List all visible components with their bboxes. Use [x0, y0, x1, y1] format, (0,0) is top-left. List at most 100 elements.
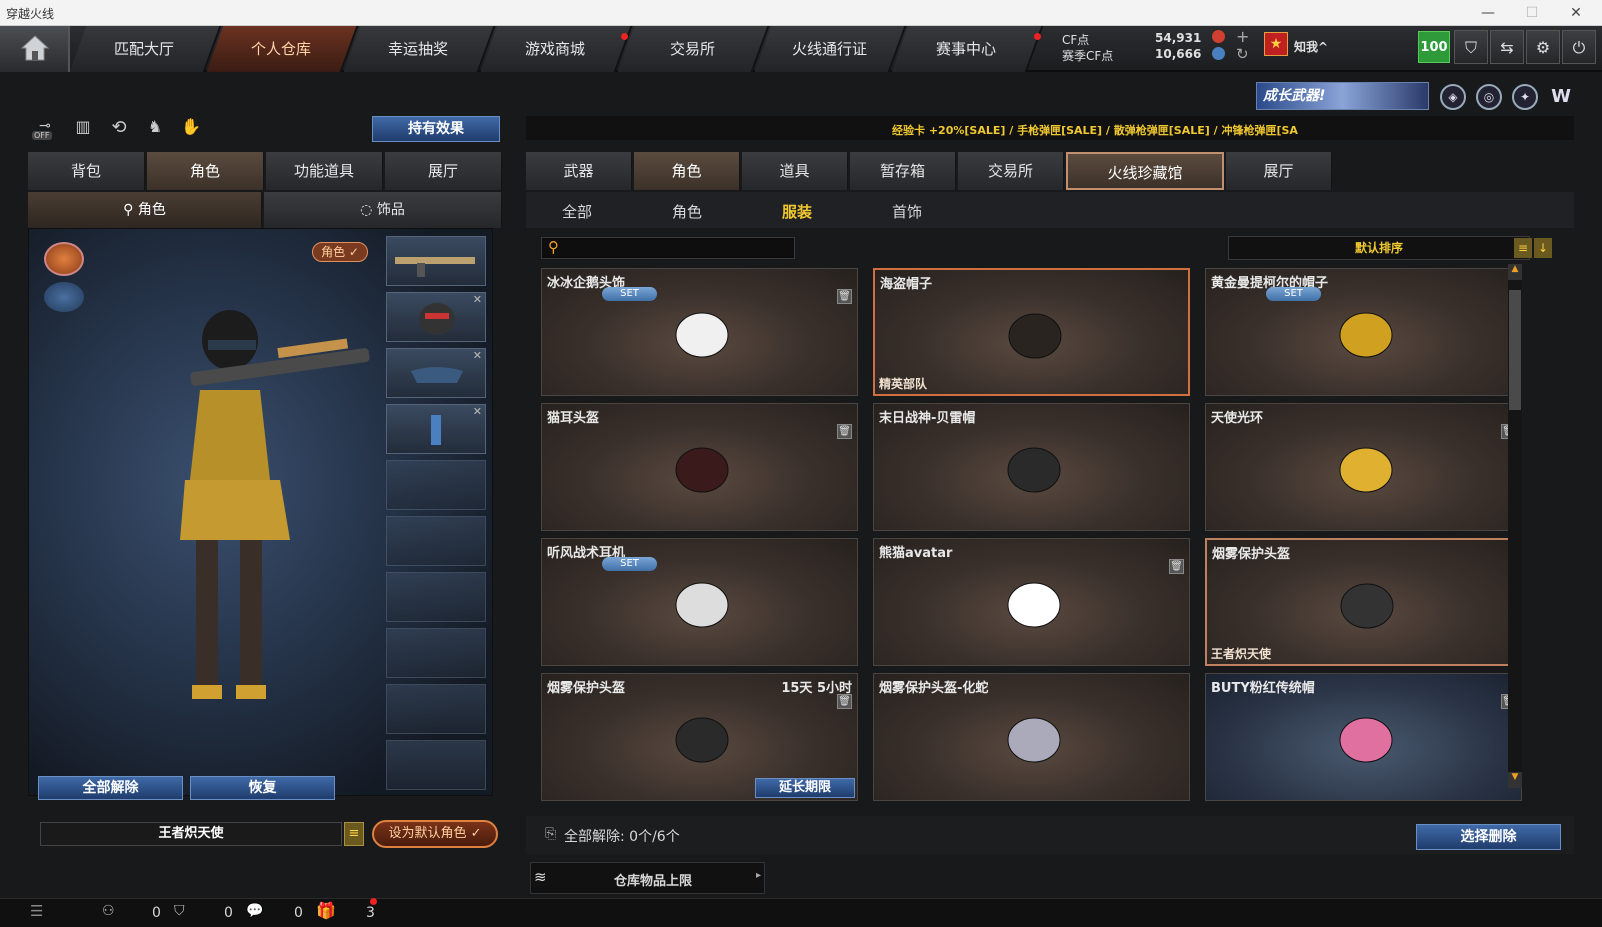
tab-right-showroom[interactable]: 展厅 — [1226, 152, 1332, 190]
nav-tab-exchange[interactable]: 交易所 — [617, 26, 770, 72]
pose-icon[interactable]: ♞ — [142, 117, 168, 143]
item-card[interactable]: 熊猫avatar 🗑 — [873, 538, 1190, 666]
crest-icon[interactable]: ✦ — [1512, 84, 1538, 110]
home-button[interactable] — [0, 26, 70, 72]
clan-icon[interactable]: ⛉ — [174, 903, 185, 919]
glove-icon[interactable]: ✋ — [178, 117, 204, 143]
nav-tab-match-lobby[interactable]: 匹配大厅 — [69, 26, 222, 72]
subtab-roles[interactable]: 角色 — [672, 201, 702, 222]
item-card[interactable]: 冰冰企鹅头饰 SET 🗑 — [541, 268, 858, 396]
slot-glasses[interactable]: ✕ — [386, 348, 486, 398]
shield-icon[interactable]: ⛉ — [1454, 30, 1488, 64]
item-card[interactable]: 末日战神-贝雷帽 — [873, 403, 1190, 531]
sort-dropdown[interactable]: 默认排序 — [1228, 236, 1530, 260]
slot-accessory[interactable]: ✕ — [386, 404, 486, 454]
tab-temp-box[interactable]: 暂存箱 — [850, 152, 956, 190]
nav-tab-battle-pass[interactable]: 火线通行证 — [754, 26, 907, 72]
tab-items[interactable]: 道具 — [742, 152, 848, 190]
remove-icon[interactable]: ✕ — [473, 293, 482, 306]
globe-icon[interactable]: ◎ — [1476, 84, 1502, 110]
chat-icon[interactable]: 💬 — [246, 903, 263, 919]
search-input[interactable] — [541, 237, 795, 259]
trash-icon[interactable]: 🗑 — [1169, 559, 1184, 574]
trash-icon[interactable]: 🗑 — [837, 289, 852, 304]
scrollbar[interactable]: ▲ ▼ — [1508, 264, 1522, 788]
scroll-thumb[interactable] — [1509, 290, 1521, 410]
nav-tab-game-shop[interactable]: 游戏商城 — [480, 26, 633, 72]
tab-backpack[interactable]: 背包 — [28, 152, 145, 190]
item-card[interactable]: 烟雾保护头盔-化蛇 — [873, 673, 1190, 801]
unequip-all-button[interactable]: 全部解除 — [38, 776, 183, 800]
tab-exchange[interactable]: 交易所 — [958, 152, 1064, 190]
wing-icon[interactable]: W — [1548, 84, 1574, 110]
item-card[interactable]: 听风战术耳机 SET — [541, 538, 858, 666]
close-button[interactable]: ✕ — [1556, 2, 1596, 24]
slot-weapon[interactable] — [386, 236, 486, 286]
select-delete-button[interactable]: 选择删除 — [1416, 824, 1561, 850]
subtab-accessories[interactable]: ◌ 饰品 — [264, 192, 502, 228]
item-card[interactable]: 烟雾保护头盔 王者炽天使 — [1205, 538, 1522, 666]
slot-empty[interactable] — [386, 740, 486, 790]
refresh-icon[interactable]: ↻ — [1236, 45, 1249, 63]
tab-character[interactable]: 角色 — [147, 152, 264, 190]
slot-empty[interactable] — [386, 684, 486, 734]
gift-icon[interactable]: 🎁 — [316, 901, 336, 920]
badge-icon[interactable]: ◈ — [1440, 84, 1466, 110]
slot-empty[interactable] — [386, 516, 486, 566]
expand-icon[interactable]: ▸ — [756, 870, 761, 881]
tab-function-items[interactable]: 功能道具 — [266, 152, 383, 190]
set-default-role-button[interactable]: 设为默认角色 ✓ — [372, 820, 498, 848]
rotate-icon[interactable]: ⟲ — [106, 117, 132, 143]
gear-icon[interactable]: ⚙ — [1526, 30, 1560, 64]
subtab-clothing[interactable]: 服装 — [782, 201, 812, 222]
remove-icon[interactable]: ✕ — [473, 405, 482, 418]
power-icon[interactable]: ⏻ — [1562, 30, 1596, 64]
item-card[interactable]: BUTY粉红传统帽🗑 — [1205, 673, 1522, 801]
remove-icon[interactable]: ✕ — [473, 349, 482, 362]
trash-icon[interactable]: 🗑 — [837, 694, 852, 709]
scroll-up-icon[interactable]: ▲ — [1508, 264, 1522, 280]
item-card[interactable]: 烟雾保护头盔 🗑 15天 5小时 延长期限 — [541, 673, 858, 801]
nav-tab-events[interactable]: 赛事中心 — [891, 26, 1044, 72]
subtab-character[interactable]: ⚲ 角色 — [28, 192, 262, 228]
slot-empty[interactable] — [386, 460, 486, 510]
nav-tab-lucky-draw[interactable]: 幸运抽奖 — [343, 26, 496, 72]
user-name[interactable]: 知我^ — [1294, 38, 1328, 55]
tab-weapons[interactable]: 武器 — [526, 152, 632, 190]
character-alt-icon[interactable] — [44, 282, 84, 312]
minimize-button[interactable]: — — [1468, 2, 1508, 24]
friends-icon[interactable]: ⚇ — [102, 903, 115, 919]
switch-icon[interactable]: ⇆ — [1490, 30, 1524, 64]
extend-button[interactable]: 延长期限 — [755, 778, 855, 798]
subtab-all[interactable]: 全部 — [562, 201, 592, 222]
tab-collection-hall[interactable]: 火线珍藏馆 — [1066, 152, 1224, 190]
item-card[interactable]: 猫耳头盔 🗑 — [541, 403, 858, 531]
role-list-icon[interactable]: ≡ — [344, 822, 364, 846]
nav-tab-personal-storage[interactable]: 个人仓库 — [206, 26, 359, 72]
slot-empty[interactable] — [386, 572, 486, 622]
character-class-icon[interactable] — [44, 242, 84, 276]
role-name-field[interactable]: 王者炽天使 — [40, 822, 342, 846]
item-card[interactable]: 海盗帽子 精英部队 — [873, 268, 1190, 396]
shop-notification-dot — [621, 33, 628, 40]
subtab-jewelry[interactable]: 首饰 — [892, 201, 922, 222]
effect-button[interactable]: 持有效果 — [372, 116, 500, 142]
tab-showroom[interactable]: 展厅 — [385, 152, 502, 190]
slot-helmet[interactable]: ✕ — [386, 292, 486, 342]
item-name: 烟雾保护头盔 — [1212, 547, 1291, 562]
add-cf-icon[interactable]: + — [1236, 27, 1249, 46]
scroll-down-icon[interactable]: ▼ — [1508, 772, 1522, 788]
trash-icon[interactable]: 🗑 — [837, 424, 852, 439]
stats-icon[interactable]: ▥ — [70, 117, 96, 143]
maximize-button[interactable]: ☐ — [1512, 2, 1552, 24]
slot-empty[interactable] — [386, 628, 486, 678]
growth-weapon-promo[interactable]: 成长武器! — [1256, 82, 1429, 110]
restore-button[interactable]: 恢复 — [190, 776, 335, 800]
item-card[interactable]: 天使光环🗑 — [1205, 403, 1522, 531]
sort-direction-icon[interactable]: ↓ — [1534, 238, 1552, 258]
item-card[interactable]: 黄金曼提柯尔的帽子 SET — [1205, 268, 1522, 396]
character-icon: ⚲ — [123, 202, 138, 218]
menu-icon[interactable]: ☰ — [30, 902, 43, 920]
list-icon[interactable]: ≡ — [1514, 238, 1532, 258]
tab-roles[interactable]: 角色 — [634, 152, 740, 190]
